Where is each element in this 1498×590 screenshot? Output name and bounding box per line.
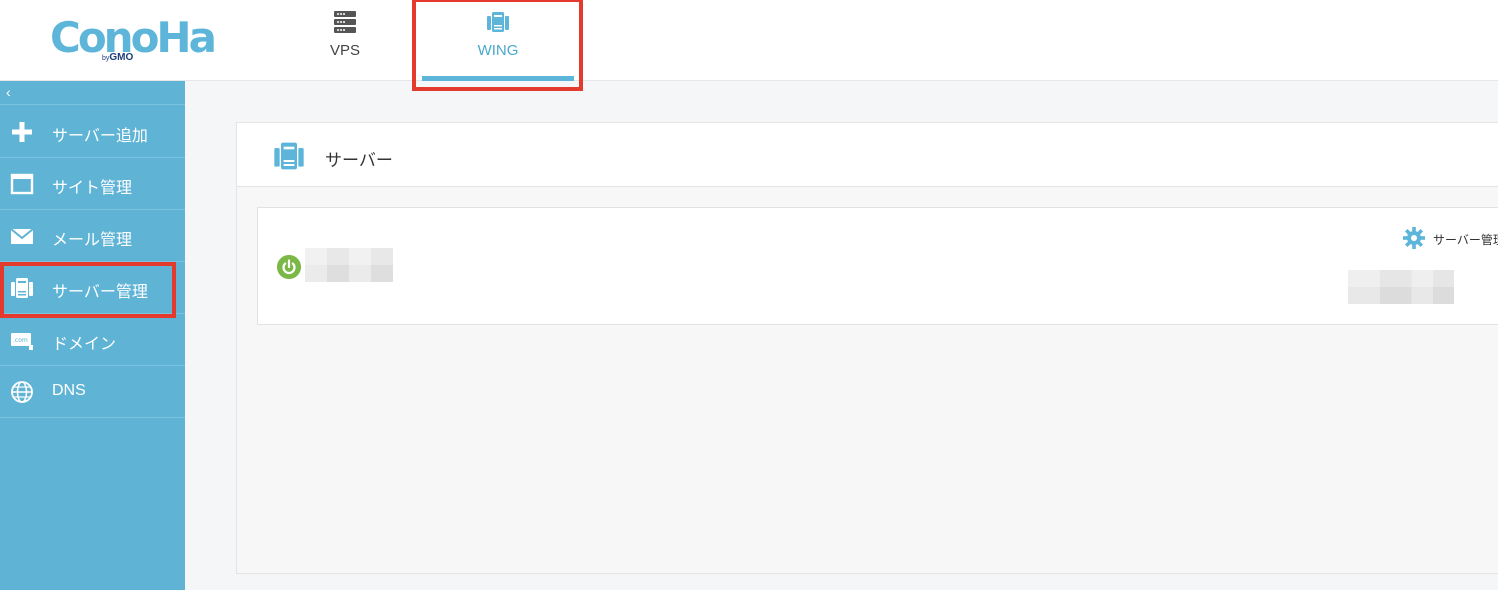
sidebar-item-label: サーバー追加 — [52, 128, 148, 145]
sidebar-item-add-server[interactable]: サーバー追加 — [0, 106, 185, 158]
server-icon — [274, 142, 304, 170]
sidebar-item-label: ドメイン — [52, 336, 117, 353]
server-name-redacted — [305, 248, 393, 282]
sidebar-item-server-management[interactable]: サーバー管理 — [0, 262, 185, 314]
server-rack-icon — [334, 11, 356, 33]
window-icon — [10, 173, 34, 195]
tab-vps[interactable]: VPS — [290, 0, 400, 81]
server-manage-icon — [11, 278, 33, 298]
sidebar: ‹ サーバー追加 サイト管理 メール管理 サーバー管理 .com ドメイン DN… — [0, 81, 185, 590]
conoha-logo[interactable]: ConoHa byGMO — [50, 12, 217, 68]
power-icon[interactable] — [277, 255, 301, 279]
plus-icon — [12, 122, 32, 142]
sidebar-item-label: サイト管理 — [52, 180, 133, 197]
logo-byline: byGMO — [102, 52, 133, 63]
tab-wing-label: WING — [477, 42, 519, 59]
sidebar-item-dns[interactable]: DNS — [0, 366, 185, 418]
active-tab-indicator — [422, 76, 574, 81]
sidebar-item-label: サーバー管理 — [52, 284, 148, 301]
sidebar-item-site-management[interactable]: サイト管理 — [0, 158, 185, 210]
globe-icon — [11, 381, 33, 403]
server-manage-label: サーバー管理 — [1433, 233, 1498, 247]
envelope-icon — [10, 228, 34, 244]
svg-text:.com: .com — [13, 337, 28, 344]
sidebar-item-label: メール管理 — [52, 232, 133, 249]
gear-icon — [1403, 227, 1425, 249]
server-info-redacted — [1348, 270, 1454, 304]
sidebar-item-domain[interactable]: .com ドメイン — [0, 314, 185, 366]
wing-server-icon — [487, 12, 509, 32]
server-panel: サーバー サーバー管理 — [236, 122, 1498, 574]
tab-wing[interactable]: WING — [422, 0, 574, 81]
tab-vps-label: VPS — [329, 42, 360, 59]
sidebar-collapse-button[interactable]: ‹ — [0, 81, 185, 105]
panel-header: サーバー — [237, 123, 1498, 187]
domain-com-icon: .com — [11, 333, 33, 350]
sidebar-item-label: DNS — [52, 382, 86, 399]
page-title: サーバー — [325, 151, 393, 170]
logo-gmo: GMO — [109, 52, 134, 63]
top-header: ConoHa byGMO VPS WING — [0, 0, 1498, 81]
sidebar-item-mail-management[interactable]: メール管理 — [0, 210, 185, 262]
server-card[interactable]: サーバー管理 — [257, 207, 1498, 325]
